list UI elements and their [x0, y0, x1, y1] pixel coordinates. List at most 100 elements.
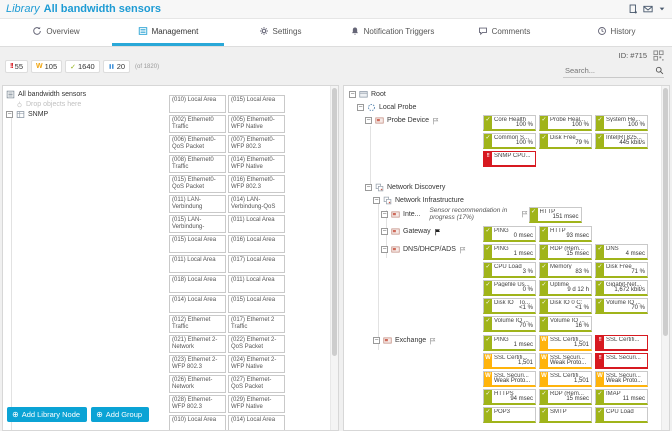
library-sensor-item[interactable]: (016) Ethernet0-WFP 802.3	[228, 175, 285, 193]
library-sensor-item[interactable]: (011) Local Area	[169, 255, 226, 273]
sensor-volume-io[interactable]: ✓ Volume IO ... 16 %	[539, 316, 592, 332]
library-sensor-item[interactable]: (002) Ethernet0 Traffic	[169, 115, 226, 133]
library-sensor-item[interactable]: (015) Local Area	[169, 235, 226, 253]
collapse-icon[interactable]: −	[381, 246, 388, 253]
library-sensor-item[interactable]: (024) Ethernet 2-WFP Native	[228, 355, 285, 373]
search-input[interactable]	[563, 65, 655, 76]
sensor-ssl-securi[interactable]: W SSL Securi... Weak Proto...	[595, 371, 648, 387]
sensor-gigabit-net[interactable]: ✓ Gigabit-Net... 1,672 kbit/s	[595, 280, 648, 296]
flag-icon[interactable]	[429, 337, 437, 345]
sensor-rdp-rem[interactable]: ✓ RDP (Rem... 15 msec	[539, 389, 592, 405]
sensor-https[interactable]: ✓ HTTPS 94 msec	[483, 389, 536, 405]
library-sensor-item[interactable]: (017) Local Area	[228, 255, 285, 273]
tab-history[interactable]: History	[560, 19, 672, 46]
tree-node-root[interactable]: − Root	[347, 89, 660, 100]
flag-icon[interactable]	[432, 117, 440, 125]
sensor-uptime[interactable]: ✓ Uptime 9 d 12 h	[539, 280, 592, 296]
library-sensor-item[interactable]: (014) Local Area	[169, 295, 226, 313]
tree-node-network-discovery[interactable]: − Network Discovery	[347, 182, 660, 193]
sensor-ssl-securi[interactable]: !! SSL Securi...	[595, 353, 648, 369]
collapse-icon[interactable]: −	[6, 111, 13, 118]
status-count-warning[interactable]: W 105	[31, 60, 63, 73]
scrollbar-thumb[interactable]	[663, 88, 668, 336]
library-root-row[interactable]: All bandwidth sensors	[6, 90, 86, 99]
sensor-ssl-certifi[interactable]: !! SSL Certifi...	[595, 335, 648, 351]
library-sensor-item[interactable]: (008) Ethernet0 Traffic	[169, 155, 226, 173]
library-sensor-item[interactable]: (014) Ethernet0-WFP Native	[228, 155, 285, 173]
status-count-down[interactable]: !! 55	[5, 60, 29, 73]
sensor-dns[interactable]: ✓ DNS 4 msec	[595, 244, 648, 260]
tab-overview[interactable]: Overview	[0, 19, 112, 46]
library-sensor-item[interactable]: (006) Ethernet0-QoS Packet	[169, 135, 226, 153]
flag-icon[interactable]	[459, 246, 467, 254]
library-sensor-item[interactable]: (022) Ethernet 2-QoS Packet	[228, 335, 285, 353]
sensor-system-he[interactable]: ✓ System He... 100 %	[595, 115, 648, 131]
collapse-icon[interactable]: −	[357, 104, 364, 111]
sensor-volume-io[interactable]: ✓ Volume IO ... 70 %	[483, 316, 536, 332]
library-scrollbar[interactable]	[330, 86, 338, 430]
tree-node-inte[interactable]: − Inte... Sensor recommendation in progres…	[347, 207, 529, 221]
library-sensor-item[interactable]: (015) Local Area	[228, 295, 285, 313]
sensor-http[interactable]: ✓ HTTP 93 msec	[539, 226, 592, 242]
sensor-snmp-cpu[interactable]: !! SNMP CPU...	[483, 151, 536, 167]
sensor-http[interactable]: ✓ HTTP 151 msec	[528, 207, 582, 223]
library-sensor-item[interactable]: (015) Ethernet0-QoS Packet	[169, 175, 226, 193]
library-sensor-item[interactable]: (015) Local Area	[228, 95, 285, 113]
library-sensor-item[interactable]: (011) Local Area	[228, 275, 285, 293]
sensor-ssl-certifi[interactable]: W SSL Certifi... 1,501	[483, 353, 536, 369]
library-sensor-item[interactable]: (018) Local Area	[169, 275, 226, 293]
sensor-ssl-securi[interactable]: W SSL Securi... Weak Proto...	[483, 371, 536, 387]
sensor-core-health[interactable]: ✓ Core Health 100 %	[483, 115, 536, 131]
library-sensor-item[interactable]: (021) Ethernet 2-Network	[169, 335, 226, 353]
tree-node-network-infrastructure[interactable]: − Network Infrastructure	[347, 195, 660, 206]
sensor-smtp[interactable]: ✓ SMTP	[539, 407, 592, 423]
tree-node-probe-device[interactable]: − Probe Device	[347, 115, 483, 126]
tree-node-dns-dhcp-ads[interactable]: − DNS/DHCP/ADS	[347, 244, 483, 255]
library-sensor-item[interactable]: (012) Ethernet Traffic	[169, 315, 226, 333]
sensor-disk-io-to[interactable]: ✓ Disk IO _To... <1 %	[483, 298, 536, 314]
library-sensor-item[interactable]: (028) Ethernet-WFP 802.3	[169, 395, 226, 413]
library-sensor-item[interactable]: (016) Local Area	[228, 235, 285, 253]
search-icon[interactable]	[655, 66, 664, 75]
library-sensor-item[interactable]: (010) Local Area	[169, 95, 226, 113]
sensor-rdp-rem[interactable]: ✓ RDP (Rem... 15 msec	[539, 244, 592, 260]
sensor-disk-io-0-c[interactable]: ✓ Disk IO 0 C: <1 %	[539, 298, 592, 314]
flag-icon[interactable]	[434, 228, 442, 236]
tree-node-local-probe[interactable]: − Local Probe	[347, 102, 660, 113]
library-sensor-item[interactable]: (011) LAN-Verbindung	[169, 195, 226, 213]
sensor-cpu-load[interactable]: ✓ CPU Load 3 %	[483, 262, 536, 278]
library-sensor-item[interactable]: (011) Local Area	[228, 215, 285, 233]
collapse-icon[interactable]: −	[365, 117, 372, 124]
library-sensor-item[interactable]: (027) Ethernet-QoS Packet	[228, 375, 285, 393]
library-sensor-item[interactable]: (023) Ethernet 2-WFP 802.3	[169, 355, 226, 373]
collapse-icon[interactable]: −	[381, 228, 388, 235]
sensor-cpu-load[interactable]: ✓ CPU Load	[595, 407, 648, 423]
sensor-common-s[interactable]: ✓ Common S... 100 %	[483, 133, 536, 149]
sensor-ping[interactable]: ✓ PING 1 msec	[483, 244, 536, 260]
add-library-node-button[interactable]: ⊕ Add Library Node	[7, 407, 88, 422]
library-sensor-item[interactable]: (026) Ethernet-Network	[169, 375, 226, 393]
status-count-paused[interactable]: 20	[102, 60, 131, 73]
status-count-up[interactable]: ✓ 1640	[65, 60, 100, 73]
tree-node-exchange[interactable]: − Exchange	[347, 335, 483, 346]
library-sensor-item[interactable]: (007) Ethernet0-WFP 802.3	[228, 135, 285, 153]
add-group-button[interactable]: ⊕ Add Group	[91, 407, 150, 422]
flag-icon[interactable]	[521, 210, 529, 218]
tab-management[interactable]: Management	[112, 19, 224, 46]
collapse-icon[interactable]: −	[349, 91, 356, 98]
sensor-memory[interactable]: ✓ Memory 83 %	[539, 262, 592, 278]
sensor-pop3[interactable]: ✓ POP3	[483, 407, 536, 423]
device-scrollbar[interactable]	[661, 86, 669, 430]
sensor-ping[interactable]: ✓ PING 0 msec	[483, 226, 536, 242]
sensor-intel-r-825[interactable]: ✓ Intel[R] 825... 445 kbit/s	[595, 133, 648, 149]
tab-notification-triggers[interactable]: Notification Triggers	[336, 19, 448, 46]
library-sensor-item[interactable]: (005) Ethernet0-WFP Native	[228, 115, 285, 133]
library-sensor-item[interactable]: (015) LAN-Verbindung-	[169, 215, 226, 233]
collapse-icon[interactable]: −	[381, 210, 388, 218]
collapse-icon[interactable]: −	[373, 337, 380, 344]
sensor-probe-heal[interactable]: ✓ Probe Heal... 100 %	[539, 115, 592, 131]
sensor-ping[interactable]: ✓ PING 1 msec	[483, 335, 536, 351]
qr-code-icon[interactable]	[653, 50, 664, 61]
sensor-ssl-securi[interactable]: W SSL Securi... Weak Proto...	[539, 353, 592, 369]
library-sensor-item[interactable]: (029) Ethernet-WFP Native	[228, 395, 285, 413]
